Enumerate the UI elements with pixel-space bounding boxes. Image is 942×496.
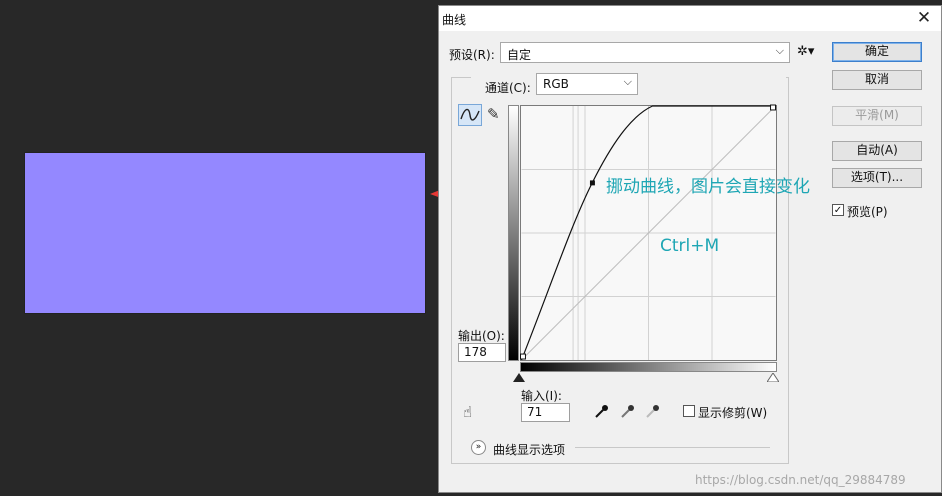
black-eyedropper-icon[interactable] <box>594 403 610 419</box>
check-icon: ✓ <box>832 204 844 216</box>
channel-value: RGB <box>543 77 569 91</box>
dialog-title: 曲线 <box>442 13 467 27</box>
input-label: 输入(I): <box>521 389 562 403</box>
preset-select[interactable]: 自定 ⌵ <box>500 42 790 63</box>
checkbox-box <box>683 405 695 417</box>
image-canvas-swatch <box>25 153 425 313</box>
auto-button[interactable]: 自动(A) <box>832 141 922 161</box>
watermark: https://blog.csdn.net/qq_29884789 <box>695 473 906 487</box>
pencil-icon[interactable]: ✎ <box>487 105 500 123</box>
preset-value: 自定 <box>507 48 532 62</box>
curve-point-tool[interactable] <box>458 104 482 126</box>
curve-endpoint-high[interactable] <box>770 104 776 111</box>
targeted-adjustment-icon[interactable]: ☝ <box>463 403 472 421</box>
gray-eyedropper-icon[interactable] <box>620 403 636 419</box>
expand-icon: » <box>471 440 486 455</box>
curve-tool-icon <box>460 108 480 121</box>
curves-graph[interactable] <box>520 104 777 361</box>
cancel-button[interactable]: 取消 <box>832 70 922 90</box>
output-label: 输出(O): <box>458 329 505 343</box>
input-gradient-bar <box>520 362 777 372</box>
options-button[interactable]: 选项(T)... <box>832 168 922 188</box>
dialog-titlebar: 曲线 ✕ <box>439 6 941 31</box>
channel-select[interactable]: RGB ⌵ <box>536 73 638 95</box>
callout-annotation: 挪动曲线，图片会直接变化 <box>606 177 810 197</box>
divider <box>575 447 770 448</box>
curve-endpoint-low[interactable] <box>520 353 526 360</box>
show-clipping-label: 显示修剪(W) <box>698 406 768 420</box>
chevron-down-icon: ⌵ <box>775 44 784 57</box>
black-point-slider[interactable] <box>513 373 525 382</box>
preview-label: 预览(P) <box>847 205 888 219</box>
preset-label: 预设(R): <box>449 48 495 62</box>
curve-control-point[interactable] <box>589 180 595 186</box>
gear-icon[interactable]: ✲▾ <box>797 44 814 59</box>
output-gradient-bar <box>508 105 519 361</box>
curve-display-options-label: 曲线显示选项 <box>493 443 566 457</box>
input-field[interactable]: 71 <box>521 403 570 422</box>
close-icon[interactable]: ✕ <box>907 6 941 31</box>
output-field[interactable]: 178 <box>458 343 506 362</box>
chevron-down-icon: ⌵ <box>623 75 632 88</box>
white-point-slider[interactable] <box>767 373 779 382</box>
ok-button[interactable]: 确定 <box>832 42 922 62</box>
channel-label: 通道(C): <box>485 81 531 95</box>
smooth-button[interactable]: 平滑(M) <box>832 106 922 126</box>
white-eyedropper-icon[interactable] <box>645 403 661 419</box>
shortcut-annotation: Ctrl+M <box>660 236 720 256</box>
